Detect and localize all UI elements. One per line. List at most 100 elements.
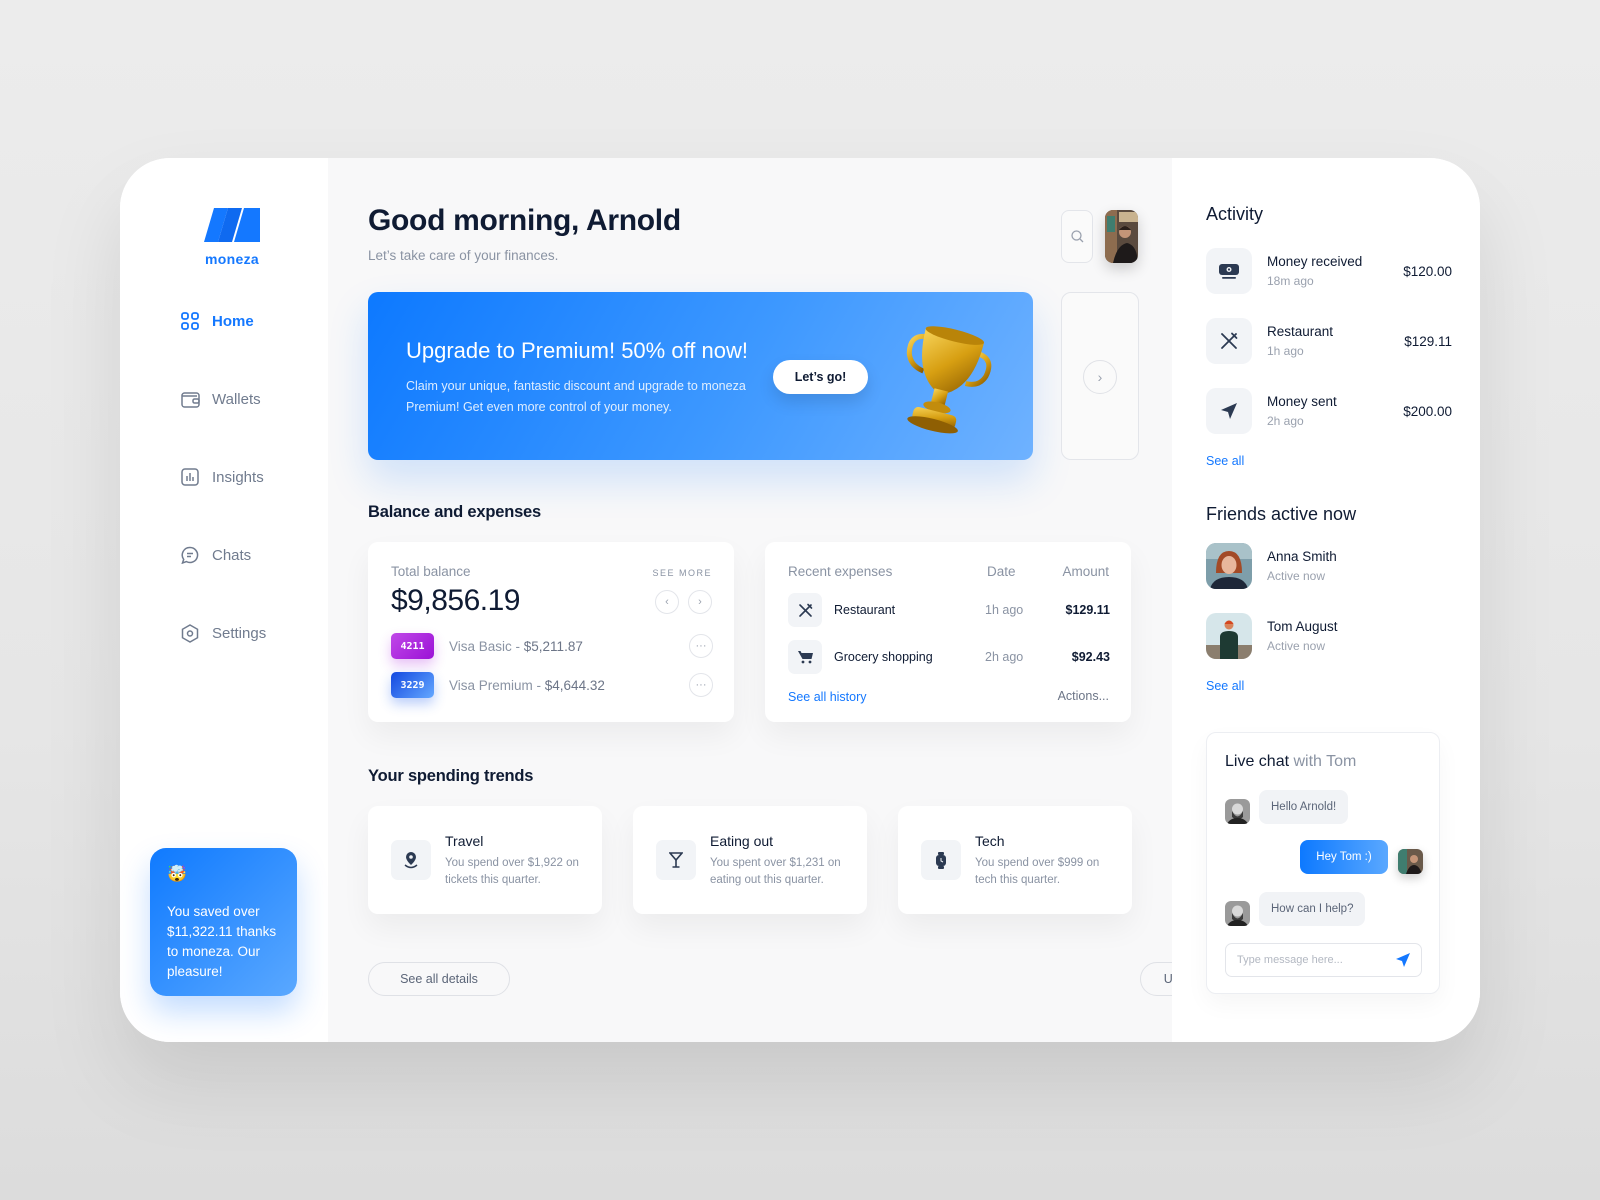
send-icon (1206, 388, 1252, 434)
savings-text: You saved over $11,322.11 thanks to mone… (167, 904, 277, 979)
friend-item[interactable]: Tom August Active now (1206, 613, 1338, 659)
prev-button[interactable]: ‹ (655, 590, 679, 614)
friend-status: Active now (1267, 569, 1326, 583)
my-chat-photo-icon (1398, 849, 1423, 874)
activity-time: 18m ago (1267, 274, 1314, 288)
friend-avatar (1206, 613, 1252, 659)
see-all-history-link[interactable]: See all history (788, 690, 867, 704)
activity-amount: $120.00 (1403, 263, 1452, 279)
account-row[interactable]: 4211 Visa Basic - $5,211.87 ··· (391, 633, 713, 659)
expense-row[interactable]: Restaurant 1h ago $129.11 (788, 593, 1110, 627)
send-icon[interactable] (1395, 952, 1411, 968)
expense-name: Grocery shopping (834, 650, 933, 664)
activity-item[interactable]: Money sent 2h ago $200.00 (1206, 388, 1452, 434)
activity-see-all-link[interactable]: See all (1206, 454, 1244, 468)
trend-card-travel[interactable]: Travel You spend over $1,922 on tickets … (368, 806, 602, 914)
live-chat-card: Live chat with Tom Hello Arnold! Hey Tom… (1206, 732, 1440, 994)
chat-icon (180, 545, 200, 565)
trend-card-tech[interactable]: Tech You spend over $999 on tech this qu… (898, 806, 1132, 914)
activity-amount: $200.00 (1403, 403, 1452, 419)
activity-name: Restaurant (1267, 324, 1334, 339)
activity-info: Money sent 2h ago (1267, 394, 1337, 428)
user-photo-icon (1105, 210, 1138, 263)
sidebar-item-home[interactable]: Home (180, 308, 266, 334)
sidebar-item-settings[interactable]: Settings (180, 620, 266, 646)
column-header-date: Date (987, 564, 1016, 579)
trend-text: You spend over $1,922 on tickets this qu… (445, 857, 579, 886)
friend-item[interactable]: Anna Smith Active now (1206, 543, 1337, 589)
sidebar-nav: Home Wallets Insights Chats Settings (180, 308, 266, 698)
account-options-button[interactable]: ··· (689, 634, 713, 658)
chat-message-input[interactable] (1225, 943, 1422, 977)
see-all-details-button[interactable]: See all details (368, 962, 510, 996)
expense-date: 2h ago (985, 650, 1024, 664)
more-icon: ··· (695, 640, 707, 652)
account-options-button[interactable]: ··· (689, 673, 713, 697)
cart-icon (788, 640, 822, 674)
tom-photo-icon (1206, 613, 1252, 659)
chat-title: Live chat with Tom (1225, 753, 1356, 771)
tom-chat-photo-icon (1225, 799, 1250, 824)
chart-icon (180, 467, 200, 487)
sidebar-item-label: Wallets (212, 390, 261, 408)
utensils-icon (788, 593, 822, 627)
logo-mark-icon (204, 208, 260, 242)
logo[interactable]: moneza (196, 208, 268, 267)
search-icon (1070, 230, 1083, 243)
activity-info: Restaurant 1h ago (1267, 324, 1333, 358)
my-avatar (1398, 849, 1423, 874)
account-label: Visa Basic - $5,211.87 (449, 638, 583, 654)
chat-message-incoming: How can I help? (1259, 892, 1366, 926)
cocktail-icon (656, 840, 696, 880)
balance-section-title: Balance and expenses (368, 503, 542, 521)
friends-see-all-link[interactable]: See all (1206, 679, 1244, 693)
chevron-right-icon: › (698, 596, 702, 608)
next-button[interactable]: › (688, 590, 712, 614)
location-pin-icon (391, 840, 431, 880)
account-amount: $4,644.32 (544, 677, 605, 693)
sidebar-item-chats[interactable]: Chats (180, 542, 266, 568)
expense-row[interactable]: Grocery shopping 2h ago $92.43 (788, 640, 1110, 674)
see-more-link[interactable]: SEE MORE (652, 568, 712, 578)
expense-amount: $92.43 (1071, 650, 1110, 664)
balance-pager: ‹ › (655, 590, 712, 614)
activity-item[interactable]: Restaurant 1h ago $129.11 (1206, 318, 1452, 364)
lets-go-button[interactable]: Let’s go! (773, 360, 868, 394)
total-balance-amount: $9,856.19 (391, 584, 520, 617)
friends-title: Friends active now (1206, 504, 1357, 524)
sidebar-item-label: Settings (212, 624, 267, 642)
expense-name: Restaurant (834, 603, 896, 617)
friend-avatar (1206, 543, 1252, 589)
anna-photo-icon (1206, 543, 1252, 589)
right-panel: Activity Money received 18m ago $120.00 … (1172, 158, 1480, 1042)
cash-icon (1206, 248, 1252, 294)
sidebar-item-wallets[interactable]: Wallets (180, 386, 266, 412)
trend-card-eating-out[interactable]: Eating out You spent over $1,231 on eati… (633, 806, 867, 914)
account-label: Visa Premium - $4,644.32 (449, 677, 605, 693)
settings-icon (180, 623, 200, 643)
activity-item[interactable]: Money received 18m ago $120.00 (1206, 248, 1452, 294)
search-button[interactable] (1061, 210, 1093, 263)
sidebar-item-insights[interactable]: Insights (180, 464, 266, 490)
sidebar-item-label: Home (212, 312, 254, 330)
next-promo-button[interactable]: › (1083, 360, 1117, 394)
smartwatch-icon (921, 840, 961, 880)
friend-status: Active now (1267, 639, 1326, 653)
account-row[interactable]: 3229 Visa Premium - $4,644.32 ··· (391, 672, 713, 698)
card-number-badge: 3229 (391, 672, 434, 698)
promo-banner: Upgrade to Premium! 50% off now! Claim y… (368, 292, 1033, 460)
account-name: Visa Premium (449, 677, 533, 693)
account-name: Visa Basic (449, 638, 512, 654)
user-avatar[interactable] (1105, 210, 1138, 263)
account-amount: $5,211.87 (523, 638, 583, 654)
activity-info: Money received 18m ago (1267, 254, 1362, 288)
total-balance-label: Total balance (391, 564, 471, 579)
app-window: moneza Home Wallets Insights Chats Setti… (120, 158, 1480, 1042)
trends-section-title: Your spending trends (368, 767, 534, 785)
recent-expenses-card: Recent expenses Date Amount Restaurant 1… (765, 542, 1131, 722)
trend-title: Tech (975, 833, 1005, 849)
actions-menu[interactable]: Actions... (1058, 689, 1109, 703)
page-subtitle: Let’s take care of your finances. (368, 248, 559, 263)
trend-text: You spent over $1,231 on eating out this… (710, 857, 841, 886)
chevron-left-icon: ‹ (665, 596, 669, 608)
